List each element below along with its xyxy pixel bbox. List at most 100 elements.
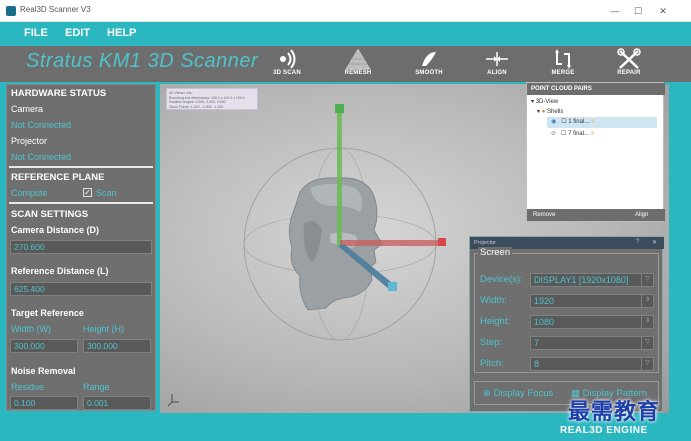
pitch-label: Pitch: (480, 358, 504, 369)
camera-label: Camera (11, 104, 44, 114)
tool-smooth[interactable]: SMOOTH (404, 48, 454, 82)
menu-lines-icon[interactable]: ≡ (591, 131, 595, 137)
scan-label: Scan (96, 188, 117, 198)
window-title: Real3D Scanner V3 (20, 5, 91, 14)
height-input[interactable]: 1080 (530, 315, 654, 329)
shells-icon: ● (541, 109, 546, 115)
range-label: Range (83, 382, 110, 392)
merge-icon (555, 49, 571, 69)
reference-distance-input[interactable]: 625.400 (10, 282, 152, 296)
projector-status: Not Connected (11, 152, 72, 162)
dropdown-icon[interactable]: ▽ (641, 357, 653, 371)
tree-item-2-label: 7 final... (568, 131, 590, 137)
tree-shells-label: Shells (546, 109, 564, 115)
maximize-button[interactable]: ☐ (627, 3, 649, 19)
step-label: Step: (480, 337, 503, 348)
projector-label: Projector (11, 136, 48, 146)
screen-legend: Screen (478, 247, 513, 258)
tool-3d-scan[interactable]: 3D SCAN (262, 48, 312, 82)
app-window: Real3D Scanner V3 — ☐ ✕ FILE EDIT HELP S… (0, 0, 691, 441)
step-select[interactable]: 7 (530, 336, 654, 350)
divider (9, 166, 153, 168)
reference-distance-label: Reference Distance (L) (11, 266, 109, 276)
target-reference-label: Target Reference (11, 308, 84, 318)
dropdown-icon[interactable]: ▽ (641, 273, 653, 287)
pitch-select[interactable]: 8 (530, 357, 654, 371)
reference-plane-heading: REFERENCE PLANE (11, 172, 105, 183)
eye-off-icon[interactable]: ⊘ (551, 131, 556, 137)
tool-label: SMOOTH (415, 70, 443, 76)
remesh-icon (345, 48, 371, 70)
tree-root[interactable]: ▾ 3D-View (531, 98, 558, 105)
devices-label: Device(s): (480, 274, 523, 285)
minimize-button[interactable]: — (604, 3, 626, 19)
range-input[interactable]: 0.001 (83, 396, 151, 410)
tool-merge[interactable]: MERGE (538, 48, 588, 82)
residue-label: Residue (11, 382, 45, 392)
help-button[interactable]: ? (636, 239, 639, 245)
menu-edit[interactable]: EDIT (65, 27, 90, 39)
tree-item-1[interactable]: ◉ ☐ 1 final... ≡ (551, 118, 595, 125)
align-button[interactable]: Align (635, 212, 648, 218)
align-icon (486, 52, 508, 66)
camera-distance-input[interactable]: 270.600 (10, 240, 152, 254)
eye-icon[interactable]: ◉ (551, 119, 556, 125)
tree-item-1-label: 1 final... (568, 119, 590, 125)
devices-select[interactable]: DISPLAY1 [1920x1080] (530, 273, 654, 287)
residue-input[interactable]: 0.100 (10, 396, 78, 410)
projector-dialog: Projector ? ✕ Screen Device(s): DISPLAY1… (469, 236, 664, 412)
brand-title: Stratus KM1 3D Scanner (26, 50, 259, 72)
watermark-logo: 最需教育 (568, 400, 661, 425)
menu-file[interactable]: FILE (24, 27, 48, 39)
z-axis-handle (388, 282, 397, 291)
dialog-close-button[interactable]: ✕ (652, 239, 657, 246)
smooth-icon (422, 52, 436, 66)
tool-label: 3D SCAN (273, 70, 301, 76)
tool-align[interactable]: ALIGN (472, 48, 522, 82)
noise-removal-label: Noise Removal (11, 366, 76, 376)
tool-remesh[interactable]: REMESH (333, 48, 383, 82)
tree-item-2[interactable]: ⊘ ☐ 7 final... ≡ (551, 130, 594, 137)
tool-label: REPAIR (617, 70, 641, 76)
title-bar: Real3D Scanner V3 — ☐ ✕ (0, 0, 691, 22)
app-icon (6, 6, 16, 16)
dropdown-icon[interactable]: ▽ (641, 336, 653, 350)
close-button[interactable]: ✕ (652, 3, 674, 19)
spin-icon[interactable]: ⇕ (641, 294, 653, 308)
display-focus-button[interactable]: ⊕ Display Focus (483, 388, 553, 399)
scan-checkbox[interactable]: ✓ (83, 188, 92, 197)
scan-settings-heading: SCAN SETTINGS (11, 209, 89, 220)
point-cloud-footer: Remove Align (527, 209, 665, 221)
projector-title: Projector (474, 240, 497, 246)
settings-panel: HARDWARE STATUS Camera Not Connected Pro… (6, 84, 156, 411)
camera-status: Not Connected (11, 120, 72, 130)
menu-bar: FILE EDIT HELP (0, 22, 691, 46)
remove-button[interactable]: Remove (533, 212, 555, 218)
height-input[interactable]: 300.000 (83, 339, 151, 353)
y-axis (337, 108, 342, 246)
compute-link[interactable]: Compute (11, 188, 48, 198)
focus-icon: ⊕ (483, 388, 491, 399)
spin-icon[interactable]: ⇕ (641, 315, 653, 329)
height-label: Height: (480, 316, 511, 327)
engine-label: REAL3D ENGINE (560, 425, 648, 436)
menu-help[interactable]: HELP (107, 27, 136, 39)
width-label: Width: (480, 295, 507, 306)
x-axis-handle (438, 238, 446, 246)
width-label: Width (W) (11, 324, 51, 334)
corner-axis-icon (167, 394, 179, 407)
point-cloud-panel: POINT CLOUD PAIRS ▾ 3D-View ▾ ● Shells ◉… (526, 82, 665, 222)
repair-icon (617, 48, 641, 69)
tool-label: MERGE (551, 70, 575, 76)
tool-repair[interactable]: REPAIR (604, 48, 654, 82)
hardware-status-heading: HARDWARE STATUS (11, 88, 107, 99)
menu-lines-icon[interactable]: ≡ (591, 119, 595, 125)
width-input[interactable]: 1920 (530, 294, 654, 308)
width-input[interactable]: 300.000 (10, 339, 78, 353)
toolbar: Stratus KM1 3D Scanner 3D SCAN REMESH SM… (0, 46, 691, 82)
x-axis (340, 240, 440, 246)
screen-group (474, 253, 659, 373)
tree-root-label: 3D-View (535, 99, 559, 105)
tool-label: REMESH (344, 70, 372, 76)
tree-shells[interactable]: ▾ ● Shells (537, 108, 563, 115)
